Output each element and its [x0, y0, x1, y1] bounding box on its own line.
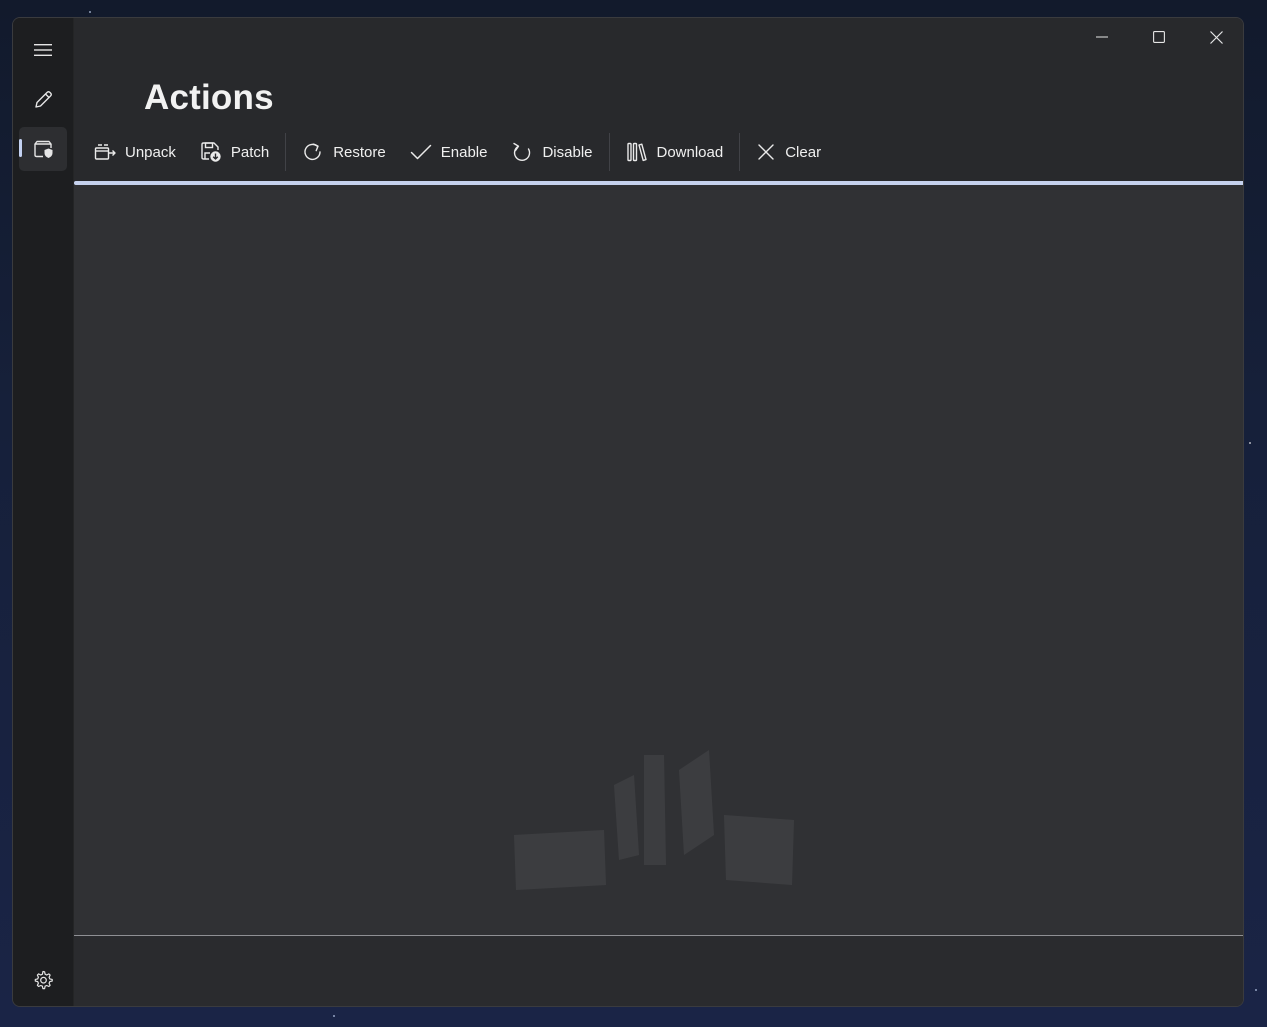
patch-button[interactable]: Patch: [188, 132, 281, 172]
navigation-rail: [13, 18, 73, 1006]
toolbar-separator: [285, 133, 287, 171]
maximize-icon: [1153, 31, 1165, 43]
unpack-button[interactable]: Unpack: [82, 132, 188, 172]
disable-button[interactable]: Disable: [499, 132, 604, 172]
disable-label: Disable: [542, 143, 593, 161]
library-icon: [626, 142, 647, 162]
output-log-area[interactable]: [74, 185, 1243, 936]
nav-item-settings[interactable]: [19, 958, 67, 1002]
enable-label: Enable: [440, 143, 488, 161]
hamburger-icon: [34, 44, 52, 56]
toolbar-separator: [739, 133, 741, 171]
undo-arrow-icon: [513, 142, 531, 162]
close-button[interactable]: [1188, 18, 1243, 56]
save-download-icon: [201, 142, 221, 162]
download-button[interactable]: Download: [614, 132, 736, 172]
app-window: Actions Unpack Patch Restore Enable Disa…: [12, 17, 1244, 1007]
enable-button[interactable]: Enable: [398, 132, 500, 172]
nav-item-edit[interactable]: [19, 78, 67, 122]
maximize-button[interactable]: [1131, 18, 1187, 56]
unpack-icon: [94, 144, 116, 160]
command-bar: Unpack Patch Restore Enable Disable Down…: [82, 132, 833, 172]
download-label: Download: [656, 143, 724, 161]
restore-label: Restore: [333, 143, 386, 161]
gear-icon: [34, 970, 53, 990]
package-shield-icon: [34, 140, 53, 158]
unpack-label: Unpack: [125, 143, 176, 161]
selection-indicator: [19, 139, 22, 157]
minimize-button[interactable]: [1074, 18, 1130, 56]
restore-button[interactable]: Restore: [290, 132, 398, 172]
minimize-icon: [1096, 36, 1108, 38]
page-title: Actions: [144, 78, 274, 117]
patch-label: Patch: [230, 143, 270, 161]
close-icon: [1209, 30, 1223, 44]
nav-item-actions[interactable]: [19, 127, 67, 171]
toolbar-separator: [608, 133, 610, 171]
nav-menu-toggle[interactable]: [19, 28, 67, 72]
pencil-icon: [35, 91, 52, 108]
main-pane: Actions Unpack Patch Restore Enable Disa…: [74, 18, 1243, 1006]
clear-button[interactable]: Clear: [744, 132, 833, 172]
background-watermark: [514, 750, 794, 890]
status-footer: [74, 936, 1243, 1006]
close-icon: [758, 144, 774, 160]
refresh-icon: [304, 143, 321, 161]
checkmark-icon: [410, 144, 431, 160]
clear-label: Clear: [785, 143, 822, 161]
